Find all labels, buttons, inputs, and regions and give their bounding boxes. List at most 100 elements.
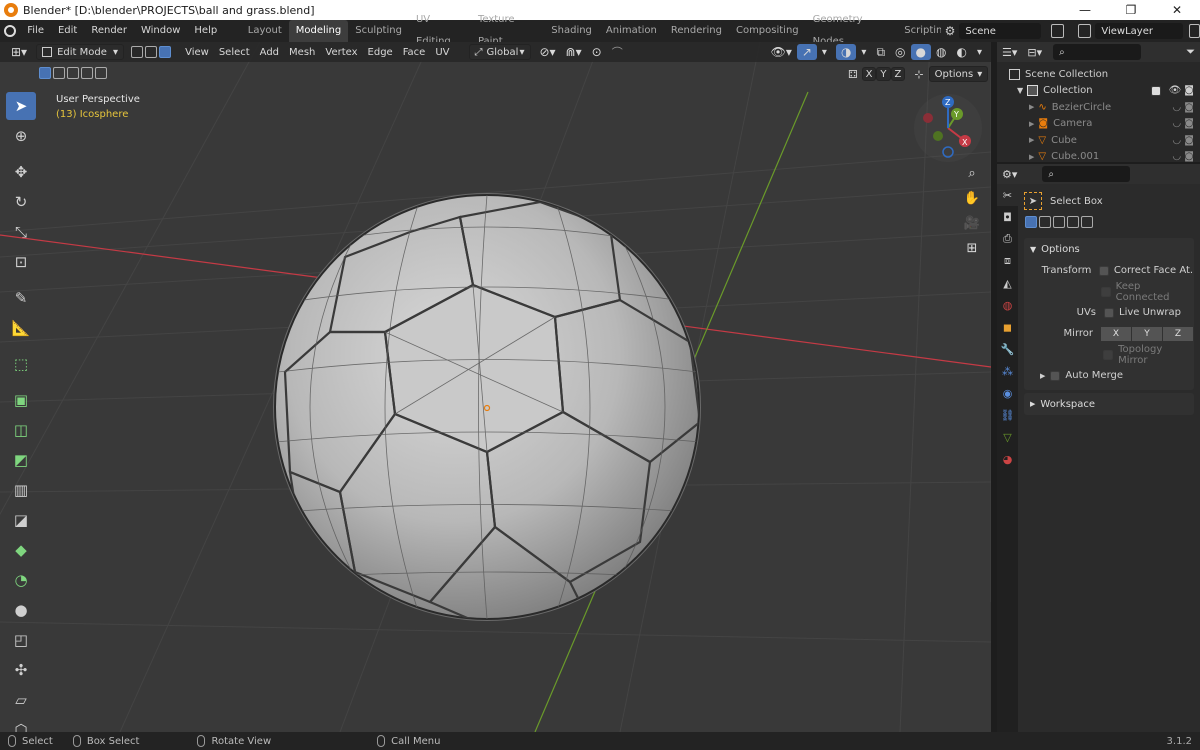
smooth-tool[interactable]: ●	[6, 596, 36, 624]
live-unwrap-checkbox[interactable]	[1104, 307, 1114, 318]
solid-shading-icon[interactable]: ●	[910, 44, 931, 60]
world-tab-icon[interactable]: ◍	[997, 294, 1018, 316]
tab-sculpting[interactable]: Sculpting	[348, 20, 409, 42]
annotate-tool[interactable]: ✎	[6, 284, 36, 312]
physics-tab-icon[interactable]: ◉	[997, 382, 1018, 404]
menu-file[interactable]: File	[20, 20, 51, 42]
menu-select[interactable]: Select	[214, 44, 255, 60]
select-box-tool[interactable]: ➤	[6, 92, 36, 120]
particles-tab-icon[interactable]: ⁂	[997, 360, 1018, 382]
topology-mirror-checkbox[interactable]	[1103, 349, 1114, 360]
expand-arrow-icon[interactable]: ▶	[1029, 120, 1034, 128]
auto-merge-row[interactable]: ▶ Auto Merge	[1024, 365, 1194, 386]
select-new-icon[interactable]	[1025, 216, 1037, 228]
measure-tool[interactable]: 📐	[6, 314, 36, 342]
material-tab-icon[interactable]: ◕	[997, 448, 1018, 470]
modifier-tab-icon[interactable]: 🔧	[997, 338, 1018, 360]
display-mode-icon[interactable]: ⊟▾	[1022, 44, 1047, 60]
chevron-down-icon[interactable]: ▾	[817, 44, 832, 60]
tab-animation[interactable]: Animation	[599, 20, 664, 42]
xray-toggle-icon[interactable]: ⧉	[871, 44, 890, 60]
rendered-shading-icon[interactable]: ◐	[951, 44, 971, 60]
chevron-down-icon[interactable]: ▾	[972, 44, 987, 60]
move-tool[interactable]: ✥	[6, 158, 36, 186]
expand-arrow-icon[interactable]: ▶	[1029, 136, 1034, 144]
select-subtract-icon[interactable]	[1053, 216, 1065, 228]
collection-checkbox[interactable]	[1150, 85, 1161, 96]
transform-tool[interactable]: ⊡	[6, 248, 36, 276]
pan-hand-icon[interactable]: ✋	[961, 187, 983, 209]
properties-search-input[interactable]: ⌕	[1042, 166, 1131, 182]
menu-vertex[interactable]: Vertex	[320, 44, 362, 60]
expand-arrow-icon[interactable]: ▶	[1040, 372, 1045, 380]
select-subtract-icon[interactable]	[67, 67, 79, 79]
material-shading-icon[interactable]: ◍	[931, 44, 951, 60]
filter-icon[interactable]: ⏷	[1181, 44, 1200, 60]
expand-arrow-icon[interactable]: ▶	[1029, 153, 1034, 161]
scene-selector[interactable]: Scene	[959, 23, 1042, 39]
scene-tab-icon[interactable]: ◭	[997, 272, 1018, 294]
vertex-select-icon[interactable]	[131, 46, 144, 58]
menu-edit[interactable]: Edit	[51, 20, 84, 42]
bevel-tool[interactable]: ◩	[6, 446, 36, 474]
menu-window[interactable]: Window	[134, 20, 187, 42]
snap-options-icon[interactable]: ⊹	[909, 66, 928, 82]
auto-merge-checkbox[interactable]	[1050, 370, 1061, 381]
tab-compositing[interactable]: Compositing	[729, 20, 806, 42]
pivot-icon[interactable]: ⊘▾	[535, 44, 561, 60]
mode-dropdown[interactable]: Edit Mode ▾	[36, 44, 125, 60]
extrude-region-tool[interactable]: ▣	[6, 386, 36, 414]
blender-menu-icon[interactable]	[0, 20, 20, 42]
mirror-z-button[interactable]: Z	[1163, 326, 1193, 341]
overlay-toggle-icon[interactable]: ◑	[835, 44, 857, 60]
shear-tool[interactable]: ▱	[6, 686, 36, 714]
snap-icon[interactable]: ⋒▾	[561, 44, 587, 60]
3d-viewport[interactable]: ⊞▾ Edit Mode ▾ View Select Add Mesh Vert…	[0, 42, 991, 732]
view-layer-tab-icon[interactable]: ⧈	[997, 250, 1018, 272]
scale-tool[interactable]: ⤡	[6, 218, 36, 246]
options-panel-header[interactable]: ▼ Options	[1024, 238, 1194, 260]
menu-mesh[interactable]: Mesh	[284, 44, 320, 60]
new-view-layer-icon[interactable]	[1188, 24, 1200, 38]
wireframe-shading-icon[interactable]: ◎	[890, 44, 910, 60]
viewport-canvas[interactable]	[0, 42, 991, 732]
menu-edge[interactable]: Edge	[363, 44, 398, 60]
select-invert-icon[interactable]	[81, 67, 93, 79]
orientation-dropdown[interactable]: ⤢ Global ▾	[468, 44, 531, 60]
outliner-scene-collection[interactable]: Scene Collection	[1009, 66, 1200, 83]
select-invert-icon[interactable]	[1067, 216, 1079, 228]
expand-arrow-icon[interactable]: ▶	[1029, 103, 1034, 111]
tab-rendering[interactable]: Rendering	[664, 20, 729, 42]
select-intersect-icon[interactable]	[95, 67, 107, 79]
menu-uv[interactable]: UV	[430, 44, 454, 60]
camera-icon[interactable]: ◙	[1184, 85, 1194, 96]
outliner-item-beziercircle[interactable]: ▶ ∿ BezierCircle ◡ ◙	[1009, 99, 1200, 116]
correct-face-checkbox[interactable]	[1099, 265, 1109, 276]
close-button[interactable]: ✕	[1154, 0, 1200, 20]
inset-faces-tool[interactable]: ◫	[6, 416, 36, 444]
loop-cut-tool[interactable]: ▥	[6, 476, 36, 504]
menu-add[interactable]: Add	[255, 44, 284, 60]
options-dropdown[interactable]: Options ▾	[928, 66, 989, 82]
eye-closed-icon[interactable]: ◡ ◙	[1172, 102, 1194, 113]
view-layer-selector[interactable]: ViewLayer	[1095, 23, 1183, 39]
face-select-icon[interactable]	[159, 46, 172, 58]
navigation-gizmo[interactable]: X Y Z	[910, 90, 985, 165]
new-scene-icon[interactable]	[1051, 24, 1065, 38]
mirror-x-button[interactable]: X	[1101, 326, 1131, 341]
chevron-down-icon[interactable]: ▾	[856, 44, 871, 60]
workspace-panel-header[interactable]: ▶ Workspace	[1024, 393, 1194, 415]
shrink-fatten-tool[interactable]: ✣	[6, 656, 36, 684]
tab-modeling[interactable]: Modeling	[288, 20, 349, 42]
visibility-icon[interactable]: 👁▾	[766, 44, 797, 60]
outliner-collection[interactable]: ▼ Collection 👁 ◙	[1009, 83, 1200, 100]
select-intersect-icon[interactable]	[1081, 216, 1093, 228]
mirror-z-toggle[interactable]: Z	[890, 67, 906, 81]
select-extend-icon[interactable]	[1039, 216, 1051, 228]
eye-icon[interactable]: 👁	[1169, 85, 1182, 96]
select-extend-icon[interactable]	[53, 67, 65, 79]
menu-view[interactable]: View	[180, 44, 214, 60]
eye-closed-icon[interactable]: ◡ ◙	[1172, 151, 1194, 162]
menu-help[interactable]: Help	[187, 20, 224, 42]
poly-build-tool[interactable]: ◆	[6, 536, 36, 564]
